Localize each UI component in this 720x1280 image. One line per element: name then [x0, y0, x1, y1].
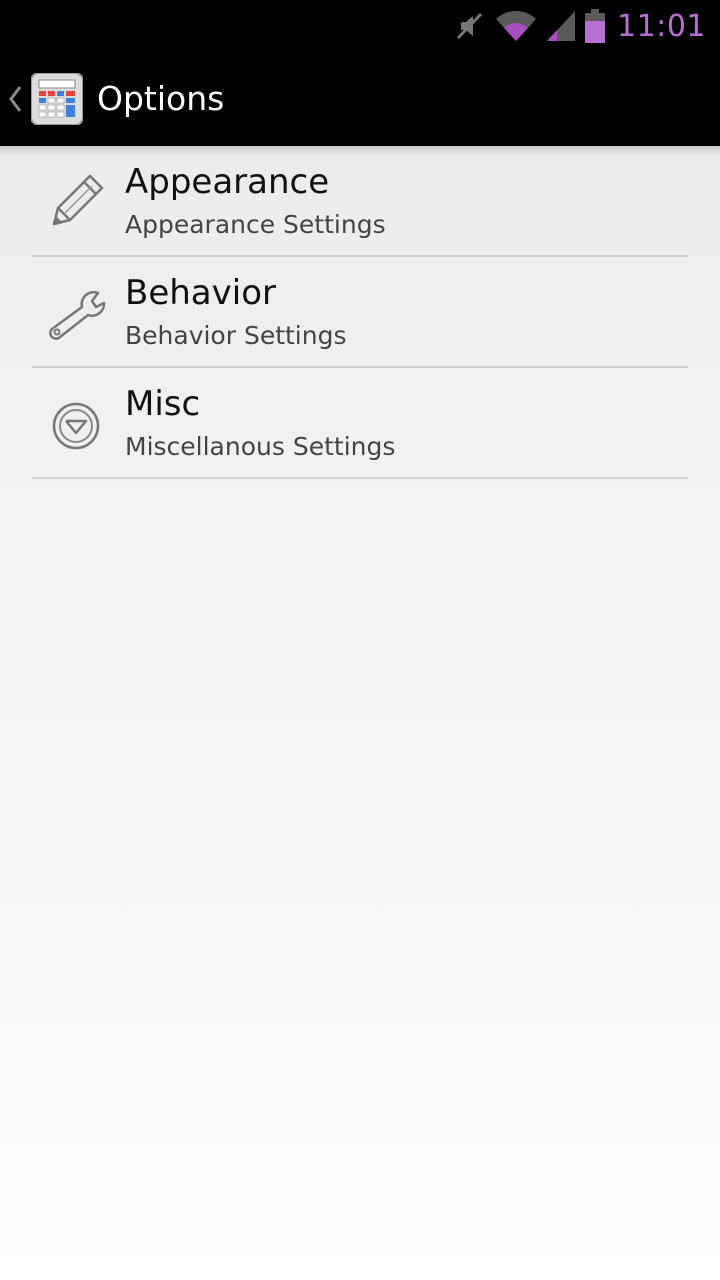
list-divider [32, 477, 688, 479]
mute-icon [456, 12, 483, 40]
signal-icon [547, 11, 576, 41]
preference-list: Appearance Appearance Settings Behavior … [0, 146, 720, 479]
wifi-icon [496, 11, 537, 41]
calculator-app-icon[interactable] [31, 73, 83, 125]
preference-item-behavior[interactable]: Behavior Behavior Settings [0, 257, 720, 368]
status-clock: 11:01 [617, 8, 706, 44]
preference-item-appearance[interactable]: Appearance Appearance Settings [0, 146, 720, 257]
chevron-left-icon [9, 86, 22, 112]
circle-down-arrow-icon [52, 402, 100, 450]
preference-summary: Behavior Settings [125, 321, 347, 350]
wrench-icon [49, 290, 106, 340]
preference-title: Appearance [125, 162, 330, 202]
action-bar: Options [0, 52, 720, 146]
preference-summary: Miscellanous Settings [125, 432, 396, 461]
status-icons: 11:01 [445, 8, 706, 44]
battery-icon [585, 9, 606, 43]
preference-item-misc[interactable]: Misc Miscellanous Settings [0, 368, 720, 479]
preference-title: Behavior [125, 273, 276, 313]
page-title: Options [97, 79, 225, 118]
preference-summary: Appearance Settings [125, 210, 386, 239]
pencil-icon [52, 174, 104, 226]
preference-title: Misc [125, 384, 201, 424]
status-bar: 11:01 [0, 0, 720, 52]
